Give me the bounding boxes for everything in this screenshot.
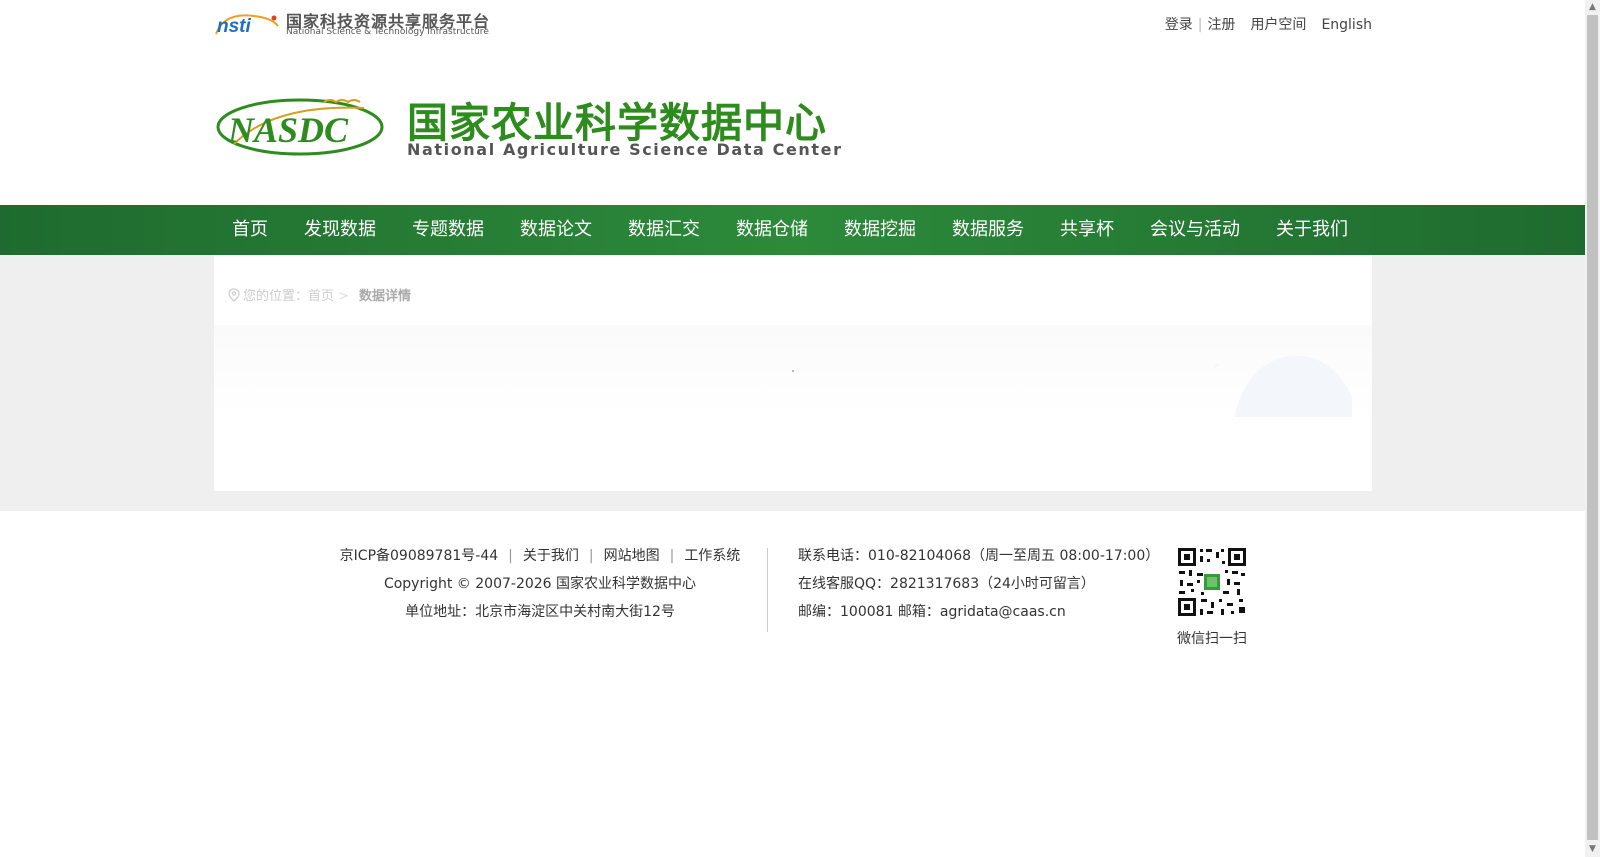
qq-text: 在线客服QQ：2821317683（24小时可留言） (798, 576, 1095, 592)
nsti-logo[interactable]: nsti 国家科技资源共享服务平台 National Science & Tec… (214, 8, 504, 38)
nasdc-logo-text: NASDC (227, 110, 349, 150)
breadcrumb-separator: > (338, 289, 349, 304)
footer-contact-block: 联系电话：010-82104068（周一至周五 08:00-17:00） 在线客… (798, 542, 1159, 626)
scroll-up-icon[interactable]: ▲ (1585, 0, 1600, 15)
wechat-qr-block: 微信扫一扫 (1176, 547, 1248, 648)
vertical-scrollbar[interactable]: ▲ ▼ (1585, 0, 1600, 857)
site-subtitle: National Agriculture Science Data Center (407, 140, 843, 159)
site-logo[interactable]: NASDC 国家农业科学数据中心 National Agriculture Sc… (214, 92, 841, 164)
location-pin-icon (228, 288, 240, 302)
nsti-logo-icon: nsti (215, 14, 279, 36)
footer-separator: | (508, 548, 513, 564)
nav-item-topic-data[interactable]: 专题数据 (394, 205, 502, 255)
page: nsti 国家科技资源共享服务平台 National Science & Tec… (0, 0, 1585, 857)
footer-links-block: 京ICP备09089781号-44 | 关于我们 | 网站地图 | 工作系统 Copyrig… (330, 542, 750, 626)
loading-indicator (792, 370, 794, 372)
nav-item-data-submission[interactable]: 数据汇交 (610, 205, 718, 255)
nav-item-data-repository[interactable]: 数据仓储 (718, 205, 826, 255)
nav-item-meetings-events[interactable]: 会议与活动 (1132, 205, 1258, 255)
top-link-separator: | (1197, 17, 1203, 33)
nav-item-data-service[interactable]: 数据服务 (934, 205, 1042, 255)
login-link[interactable]: 登录 (1165, 14, 1193, 34)
icp-link[interactable]: 京ICP备09089781号-44 (340, 548, 498, 564)
wechat-qr-code (1177, 547, 1247, 617)
user-space-link[interactable]: 用户空间 (1250, 14, 1306, 34)
postal-email-text: 邮编：100081 邮箱：agridata@caas.cn (798, 604, 1066, 620)
nav-item-data-mining[interactable]: 数据挖掘 (826, 205, 934, 255)
nav-item-data-papers[interactable]: 数据论文 (502, 205, 610, 255)
footer-about-link[interactable]: 关于我们 (523, 548, 579, 564)
english-link[interactable]: English (1321, 17, 1372, 33)
nasdc-logo-icon: NASDC (216, 98, 384, 156)
breadcrumb: 您的位置：首页 > 数据详情 (228, 285, 411, 304)
register-link[interactable]: 注册 (1207, 14, 1235, 34)
phone-text: 联系电话：010-82104068（周一至周五 08:00-17:00） (798, 548, 1160, 564)
footer-separator: | (669, 548, 675, 564)
footer-sitemap-link[interactable]: 网站地图 (604, 548, 660, 564)
nav-item-home[interactable]: 首页 (214, 205, 286, 255)
copyright-text: Copyright © 2007-2026 国家农业科学数据中心 (383, 576, 697, 592)
footer-work-system-link[interactable]: 工作系统 (684, 548, 740, 564)
address-text: 单位地址：北京市海淀区中关村南大街12号 (405, 604, 675, 620)
platform-subtitle: National Science & Technology Infrastruc… (286, 27, 489, 37)
top-bar: nsti 国家科技资源共享服务平台 National Science & Tec… (214, 8, 1372, 40)
nsti-logo-text: nsti (217, 16, 252, 36)
nav-item-about-us[interactable]: 关于我们 (1258, 205, 1366, 255)
faded-illustration (1214, 355, 1352, 417)
breadcrumb-current: 数据详情 (358, 289, 411, 304)
breadcrumb-prefix: 您的位置： (243, 289, 309, 304)
nav-item-sharing-cup[interactable]: 共享杯 (1042, 205, 1132, 255)
scroll-down-icon[interactable]: ▼ (1585, 842, 1600, 857)
footer-divider (767, 548, 768, 632)
main-nav: 首页 发现数据 专题数据 数据论文 数据汇交 数据仓储 数据挖掘 数据服务 共享… (0, 205, 1585, 255)
qr-caption: 微信扫一扫 (1177, 631, 1247, 647)
footer-separator: | (588, 548, 594, 564)
scrollbar-thumb[interactable] (1587, 15, 1598, 840)
nav-item-discover-data[interactable]: 发现数据 (286, 205, 394, 255)
breadcrumb-home[interactable]: 首页 (308, 289, 334, 304)
content-panel: 您的位置：首页 > 数据详情 (214, 255, 1372, 491)
top-links: 登录 | 注册 用户空间 English (1165, 14, 1372, 34)
footer: 京ICP备09089781号-44 | 关于我们 | 网站地图 | 工作系统 Copyrig… (0, 511, 1585, 671)
